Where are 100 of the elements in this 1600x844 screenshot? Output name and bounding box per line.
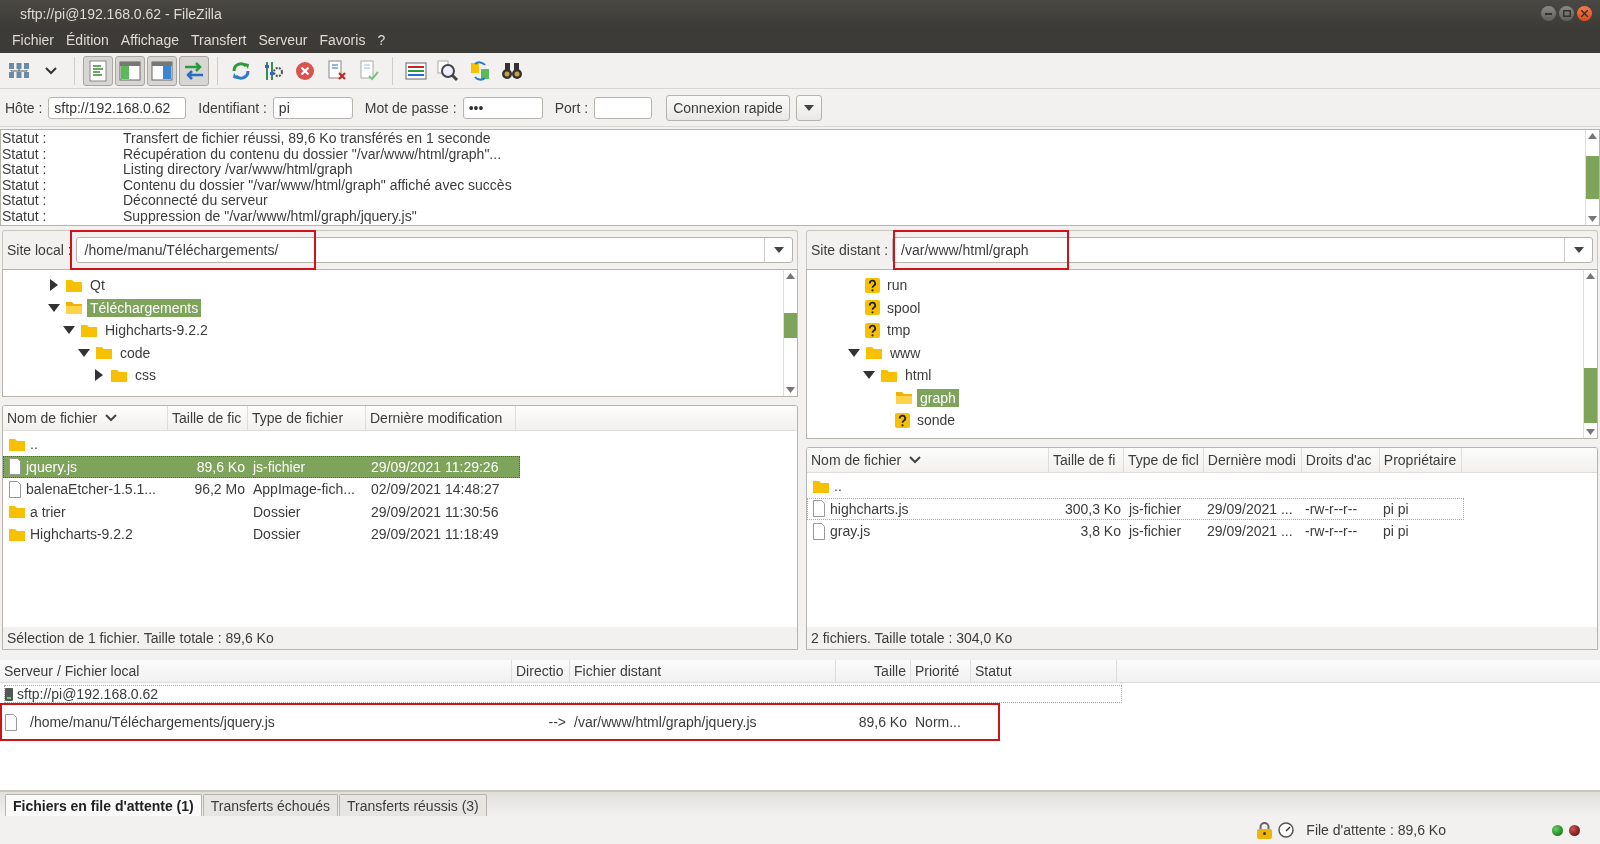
field-label: Mot de passe :	[364, 99, 457, 116]
scrollbar[interactable]	[1585, 130, 1599, 225]
tab[interactable]: Transferts échoués	[202, 794, 339, 816]
column-header[interactable]: Directio	[512, 660, 570, 682]
column-header[interactable]: Dernière modification	[366, 406, 516, 430]
minimize-button[interactable]	[1541, 6, 1556, 21]
column-header[interactable]: Fichier distant	[570, 660, 836, 682]
question-icon	[895, 412, 910, 428]
column-header[interactable]: Priorité	[911, 660, 971, 682]
file-row[interactable]: ..	[807, 475, 1464, 498]
scroll-up-icon[interactable]	[1586, 273, 1595, 279]
tree-item[interactable]: sonde	[914, 411, 959, 430]
column-header[interactable]: Taille de fi	[1049, 448, 1124, 472]
tab[interactable]: Transferts réussis (3)	[339, 794, 487, 816]
chevron-down-icon	[45, 66, 57, 75]
collapse-arrow-icon[interactable]	[48, 303, 60, 312]
folder-icon	[865, 345, 883, 361]
file-row[interactable]: gray.js 3,8 Ko js-fichier 29/09/2021 ... -rw-r--r-- pi pi	[807, 520, 1464, 543]
question-icon	[865, 300, 880, 316]
menu-item[interactable]: Favoris	[313, 32, 372, 48]
scroll-down-icon[interactable]	[1588, 216, 1597, 222]
menu-item[interactable]: Serveur	[252, 32, 314, 48]
collapse-arrow-icon[interactable]	[63, 326, 75, 335]
column-header[interactable]: Propriétaire	[1379, 448, 1462, 472]
collapse-arrow-icon[interactable]	[848, 348, 860, 357]
input-field[interactable]: sftp://192.168.0.62	[48, 96, 187, 119]
column-header[interactable]: Statut	[971, 660, 1117, 682]
cancel-icon	[295, 60, 315, 81]
queue-server-row[interactable]: sftp://pi@192.168.0.62	[4, 685, 1122, 703]
cell-text: 89,6 Ko	[196, 458, 245, 475]
scroll-up-icon[interactable]	[786, 273, 795, 279]
column-header[interactable]: Taille	[836, 660, 911, 682]
tree-item[interactable]: www	[887, 343, 924, 362]
cell-text: balenaEtcher-1.5.1...	[26, 481, 156, 498]
menu-item[interactable]: Transfert	[184, 32, 253, 48]
path-field[interactable]: /home/manu/Téléchargements/	[75, 237, 793, 263]
menu-item[interactable]: Édition	[60, 32, 115, 48]
tree-item[interactable]: html	[902, 366, 935, 385]
column-header[interactable]: Type de ficl	[1124, 448, 1204, 472]
input-field[interactable]: pi	[272, 96, 353, 119]
cell-text: jquery.js	[26, 458, 78, 475]
queue-row[interactable]: /home/manu/Téléchargements/jquery.js --> /var/www/html/graph/jquery.js 89,6 Ko Norm...	[0, 703, 1000, 741]
list-status: 2 fichiers. Taille totale : 304,0 Ko	[807, 627, 1597, 649]
file-row[interactable]: balenaEtcher-1.5.1... 96,2 Mo AppImage-fich... 02/09/2021 14:48:27	[3, 478, 520, 501]
column-header[interactable]: Dernière modi	[1203, 448, 1302, 472]
tree-item[interactable]: Qt	[87, 276, 108, 295]
window-icon	[119, 60, 141, 81]
log-label: Statut :	[1, 162, 48, 178]
menu-item[interactable]: Fichier	[6, 32, 60, 48]
cell-text: a trier	[30, 503, 66, 520]
dropdown-button[interactable]	[795, 94, 822, 121]
collapse-arrow-icon[interactable]	[863, 371, 875, 380]
tree-item[interactable]: spool	[884, 298, 924, 317]
file-row[interactable]: Highcharts-9.2.2 Dossier 29/09/2021 11:18:49	[3, 523, 520, 546]
expand-arrow-icon[interactable]	[95, 369, 103, 382]
cell-text: /home/manu/Téléchargements/jquery.js	[30, 714, 275, 730]
tree-item[interactable]: css	[132, 366, 159, 385]
scroll-thumb[interactable]	[784, 312, 797, 339]
password-field[interactable]: •••	[462, 96, 543, 119]
input-field[interactable]	[594, 96, 653, 119]
close-button[interactable]	[1577, 6, 1592, 21]
scroll-down-icon[interactable]	[1586, 429, 1595, 435]
scroll-thumb[interactable]	[1584, 368, 1597, 424]
menu-item[interactable]: ?	[371, 32, 392, 48]
quickconnect-button[interactable]: Connexion rapide	[666, 94, 790, 121]
tree-item[interactable]: run	[884, 276, 911, 295]
cell-text: 29/09/2021 11:18:49	[371, 526, 499, 543]
file-row[interactable]: ..	[3, 433, 520, 456]
column-header[interactable]: Type de fichier	[248, 406, 366, 430]
scroll-up-icon[interactable]	[1588, 133, 1597, 139]
scrollbar[interactable]	[783, 270, 797, 396]
scrollbar[interactable]	[1583, 270, 1597, 438]
scroll-thumb[interactable]	[1586, 156, 1599, 199]
log-label: Statut :	[1, 177, 48, 193]
tree-item[interactable]: tmp	[884, 321, 914, 340]
sliders-icon	[262, 59, 284, 82]
path-field[interactable]: /var/www/html/graph	[892, 237, 1593, 263]
file-row[interactable]: a trier Dossier 29/09/2021 11:30:56	[3, 500, 520, 523]
file-icon	[8, 480, 22, 498]
folder-icon	[8, 436, 26, 452]
cell-text: ..	[30, 436, 38, 453]
expand-arrow-icon[interactable]	[50, 279, 58, 292]
collapse-arrow-icon[interactable]	[78, 348, 90, 357]
file-row[interactable]: highcharts.js 300,3 Ko js-fichier 29/09/2021 ... -rw-r--r-- pi pi	[807, 497, 1464, 520]
cell-text: ..	[834, 478, 842, 495]
tree-item[interactable]: Highcharts-9.2.2	[102, 321, 211, 340]
folder-icon	[880, 367, 898, 383]
column-header[interactable]: Nom de fichier	[807, 448, 1049, 472]
column-header[interactable]: Droits d'ac	[1301, 448, 1380, 472]
column-header[interactable]: Taille de fic	[168, 406, 248, 430]
folder-icon	[65, 300, 83, 316]
maximize-button[interactable]	[1559, 6, 1574, 21]
tree-item[interactable]: code	[117, 343, 154, 362]
menu-item[interactable]: Affichage	[114, 32, 185, 48]
column-header[interactable]: Serveur / Fichier local	[0, 660, 512, 682]
column-header[interactable]: Nom de fichier	[3, 406, 168, 430]
scroll-down-icon[interactable]	[786, 387, 795, 393]
cell-text: 29/09/2021 ...	[1207, 523, 1293, 540]
log-message: Récupération du contenu du dossier "/var/www/html/graph"...	[123, 146, 502, 162]
tab[interactable]: Fichiers en file d'attente (1)	[5, 794, 202, 816]
